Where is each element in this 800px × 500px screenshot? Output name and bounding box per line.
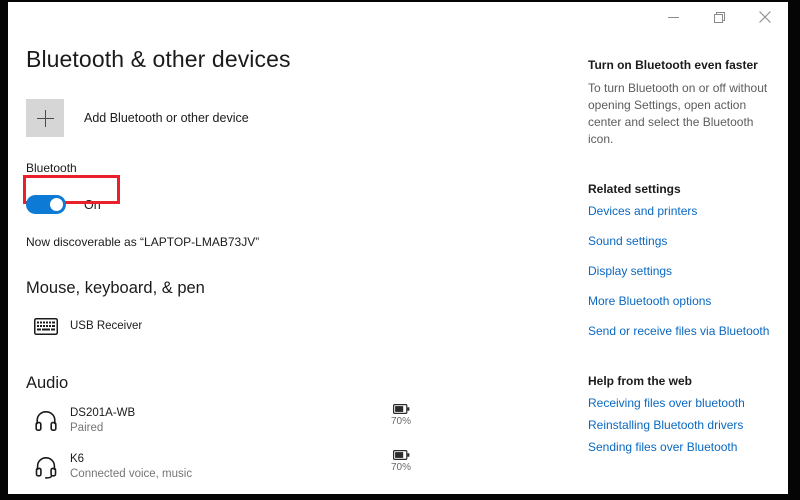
device-name: USB Receiver: [70, 319, 143, 332]
headphones-icon: [26, 410, 66, 432]
related-settings-block: Related settings Devices and printers So…: [588, 182, 782, 338]
device-row-usb-receiver[interactable]: USB Receiver: [26, 308, 568, 344]
page-title: Bluetooth & other devices: [26, 46, 291, 72]
device-row-k6[interactable]: K6 Connected voice, music 70%: [26, 449, 568, 485]
headset-icon: [26, 456, 66, 479]
device-text: DS201A-WB Paired: [70, 406, 135, 436]
keyboard-icon: [26, 317, 66, 335]
minimize-button[interactable]: [650, 2, 696, 32]
settings-window: Bluetooth & other devices Add Bluetooth …: [8, 2, 788, 494]
restore-button[interactable]: [696, 2, 742, 32]
link-devices-and-printers[interactable]: Devices and printers: [588, 204, 782, 218]
device-name: K6: [70, 453, 85, 465]
link-display-settings[interactable]: Display settings: [588, 264, 782, 278]
add-bluetooth-device-button[interactable]: Add Bluetooth or other device: [26, 99, 568, 137]
add-device-label: Add Bluetooth or other device: [84, 111, 249, 125]
battery-percentage: 70%: [390, 416, 411, 427]
link-sound-settings[interactable]: Sound settings: [588, 234, 782, 248]
device-name: DS201A-WB: [70, 407, 136, 419]
group-title: Audio: [26, 374, 69, 392]
help-heading: Help from the web: [588, 374, 693, 388]
link-receiving-files[interactable]: Receiving files over bluetooth: [588, 396, 782, 410]
device-text: K6 Connected voice, music: [70, 452, 192, 482]
bluetooth-toggle-section: Bluetooth On Now discoverable as “LAPTOP…: [23, 161, 568, 249]
group-title: Mouse, keyboard, & pen: [26, 279, 205, 297]
discoverable-text: Now discoverable as “LAPTOP-LMAB73JV”: [26, 235, 260, 249]
bluetooth-label: Bluetooth: [26, 161, 77, 175]
device-status: Connected voice, music: [70, 468, 193, 480]
plus-icon: [26, 99, 64, 137]
related-settings-heading: Related settings: [588, 182, 681, 196]
battery-indicator: 70%: [378, 403, 424, 427]
bluetooth-state-label: On: [84, 197, 101, 212]
device-group-mouse-keyboard: Mouse, keyboard, & pen USB Receiver: [26, 279, 568, 344]
toggle-knob: [50, 198, 63, 211]
desktop-background: Bluetooth & other devices Add Bluetooth …: [0, 0, 800, 500]
device-status: Paired: [70, 422, 104, 434]
tip-body: To turn Bluetooth on or off without open…: [588, 81, 768, 146]
battery-percentage: 70%: [390, 462, 411, 473]
tip-heading: Turn on Bluetooth even faster: [588, 58, 758, 72]
battery-icon: [392, 450, 409, 460]
link-send-receive-files[interactable]: Send or receive files via Bluetooth: [588, 324, 782, 338]
close-button[interactable]: [742, 2, 788, 32]
link-reinstalling-drivers[interactable]: Reinstalling Bluetooth drivers: [588, 418, 782, 432]
window-title-bar: [8, 2, 788, 34]
device-text: USB Receiver: [70, 319, 142, 334]
battery-indicator: 70%: [378, 449, 424, 473]
tip-block: Turn on Bluetooth even faster To turn Bl…: [588, 58, 782, 148]
link-sending-files[interactable]: Sending files over Bluetooth: [588, 440, 782, 454]
main-content: Bluetooth & other devices Add Bluetooth …: [8, 34, 568, 494]
battery-icon: [392, 404, 409, 414]
bluetooth-toggle[interactable]: [26, 195, 66, 214]
device-group-audio: Audio DS201A-WB Paired 70% K6 Connected …: [26, 374, 568, 485]
side-panel: Turn on Bluetooth even faster To turn Bl…: [578, 34, 788, 494]
device-row-ds201a-wb[interactable]: DS201A-WB Paired 70%: [26, 403, 568, 439]
help-from-web-block: Help from the web Receiving files over b…: [588, 374, 782, 454]
bluetooth-toggle-row: On: [26, 195, 568, 214]
link-more-bluetooth-options[interactable]: More Bluetooth options: [588, 294, 782, 308]
